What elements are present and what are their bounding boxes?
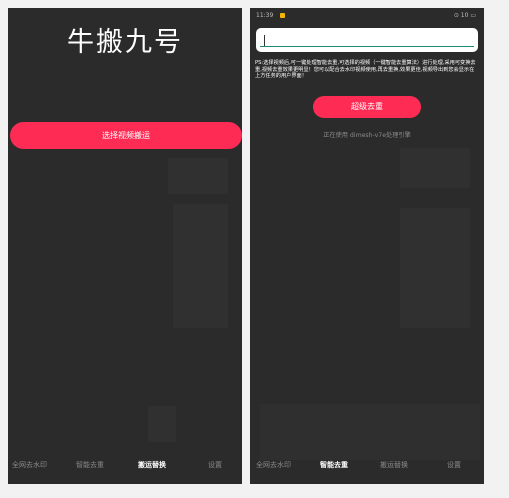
super-dedupe-button[interactable]: 超级去重 bbox=[313, 96, 421, 118]
notification-icon bbox=[280, 13, 285, 18]
status-time: 11:39 bbox=[256, 12, 274, 19]
instructions-text: PS:选择视频后,可一键处理智能去重,可选择的视频（一键智能去重算法）进行处理,… bbox=[255, 60, 476, 80]
tab-watermark-removal[interactable]: 全网去水印 bbox=[256, 460, 291, 470]
link-input[interactable] bbox=[260, 32, 474, 47]
background-watermark bbox=[168, 158, 228, 194]
text-caret bbox=[264, 35, 265, 46]
background-watermark bbox=[400, 208, 470, 328]
tab-move-replace[interactable]: 搬运替换 bbox=[380, 460, 408, 470]
screen-smart-dedupe: 11:39 ⊙ 10 ▭ PS:选择视频后,可一键处理智能去重,可选择的视频（一… bbox=[250, 8, 484, 484]
tab-smart-dedupe[interactable]: 智能去重 bbox=[320, 460, 348, 470]
tab-bar: 全网去水印 智能去重 搬运替换 设置 bbox=[8, 460, 242, 474]
background-watermark bbox=[173, 204, 228, 328]
engine-status-text: 正在使用 dimesh-v7e处理引擎 bbox=[323, 132, 411, 139]
screen-move-replace: 牛搬九号 选择视频搬运 全网去水印 智能去重 搬运替换 设置 bbox=[8, 8, 242, 484]
tab-settings[interactable]: 设置 bbox=[208, 460, 222, 470]
app-title: 牛搬九号 bbox=[67, 27, 183, 58]
background-watermark bbox=[260, 404, 480, 460]
tab-smart-dedupe[interactable]: 智能去重 bbox=[76, 460, 104, 470]
tab-bar: 全网去水印 智能去重 搬运替换 设置 bbox=[250, 460, 484, 474]
tab-move-replace[interactable]: 搬运替换 bbox=[138, 460, 166, 470]
tab-watermark-removal[interactable]: 全网去水印 bbox=[12, 460, 47, 470]
status-indicators: ⊙ 10 ▭ bbox=[453, 12, 476, 19]
background-watermark bbox=[400, 148, 470, 188]
select-video-button[interactable]: 选择视频搬运 bbox=[10, 122, 242, 149]
background-watermark bbox=[148, 406, 176, 442]
link-input-box bbox=[256, 28, 478, 52]
status-bar: 11:39 ⊙ 10 ▭ bbox=[250, 8, 484, 24]
tab-settings[interactable]: 设置 bbox=[447, 460, 461, 470]
